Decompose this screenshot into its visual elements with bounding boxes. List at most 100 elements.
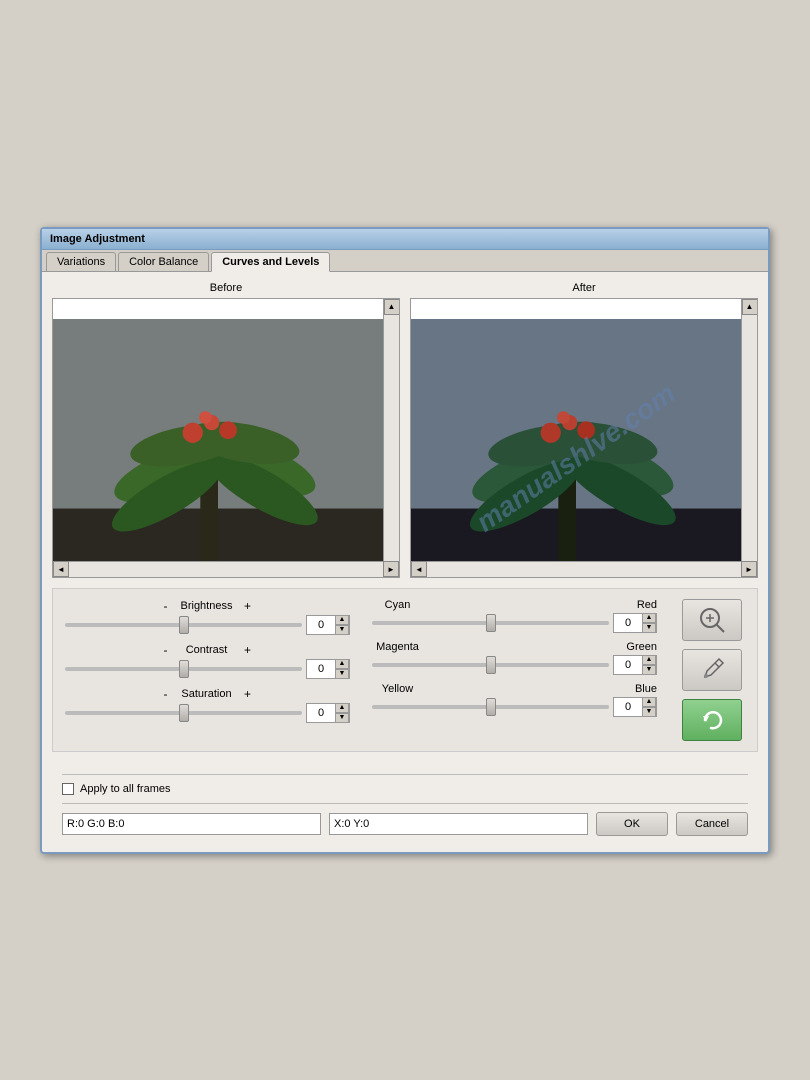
title-bar: Image Adjustment	[42, 229, 768, 250]
tab-variations[interactable]: Variations	[46, 252, 116, 271]
saturation-header: - Saturation +	[63, 687, 350, 701]
green-spinner-btns: ▲ ▼	[642, 655, 656, 675]
apply-all-frames-label: Apply to all frames	[80, 783, 170, 795]
yellow-blue-thumb[interactable]	[486, 698, 496, 716]
contrast-minus: -	[160, 643, 172, 657]
brightness-group: - Brightness + 0 ▲	[63, 599, 350, 635]
main-content: Before ▲ ▼	[42, 272, 768, 852]
after-image-svg	[411, 319, 741, 577]
brightness-thumb[interactable]	[179, 616, 189, 634]
saturation-spin-down[interactable]: ▼	[335, 713, 349, 723]
blue-spin-up[interactable]: ▲	[642, 697, 656, 707]
after-scroll-left[interactable]: ◄	[411, 561, 427, 577]
before-scrollbar-h[interactable]: ◄ ►	[53, 561, 399, 577]
action-buttons	[677, 599, 747, 741]
contrast-thumb[interactable]	[179, 660, 189, 678]
after-scrollbar-h[interactable]: ◄ ►	[411, 561, 757, 577]
red-spin-down[interactable]: ▼	[642, 623, 656, 633]
after-scroll-up[interactable]: ▲	[742, 299, 758, 315]
contrast-spinner[interactable]: 0 ▲ ▼	[306, 659, 350, 679]
contrast-spin-up[interactable]: ▲	[335, 659, 349, 669]
cancel-button[interactable]: Cancel	[676, 812, 748, 836]
reset-button[interactable]	[682, 699, 742, 741]
magenta-green-track[interactable]	[372, 663, 609, 667]
zoom-in-button[interactable]	[682, 599, 742, 641]
magenta-green-group: Magenta Green 0 ▲ ▼	[370, 641, 657, 675]
rgb-status-field[interactable]	[62, 813, 321, 835]
right-sliders: Cyan Red 0 ▲ ▼	[370, 599, 657, 725]
red-spin-up[interactable]: ▲	[642, 613, 656, 623]
contrast-spinner-btns: ▲ ▼	[335, 659, 349, 679]
saturation-spin-up[interactable]: ▲	[335, 703, 349, 713]
blue-input[interactable]: 0	[614, 698, 642, 716]
brightness-spinner[interactable]: 0 ▲ ▼	[306, 615, 350, 635]
dialog-title: Image Adjustment	[50, 233, 145, 245]
ok-button[interactable]: OK	[596, 812, 668, 836]
brightness-track[interactable]	[65, 623, 302, 627]
saturation-thumb[interactable]	[179, 704, 189, 722]
contrast-spin-down[interactable]: ▼	[335, 669, 349, 679]
xy-status-field[interactable]	[329, 813, 588, 835]
blue-spinner[interactable]: 0 ▲ ▼	[613, 697, 657, 717]
saturation-input[interactable]: 0	[307, 704, 335, 722]
before-scroll-right[interactable]: ►	[383, 561, 399, 577]
brightness-spin-up[interactable]: ▲	[335, 615, 349, 625]
image-adjustment-dialog: Image Adjustment Variations Color Balanc…	[40, 227, 770, 854]
saturation-input-row: 0 ▲ ▼	[63, 703, 350, 723]
before-scrollbar-v[interactable]: ▲ ▼	[383, 299, 399, 577]
blue-spin-down[interactable]: ▼	[642, 707, 656, 717]
after-label: After	[572, 282, 595, 294]
saturation-spinner[interactable]: 0 ▲ ▼	[306, 703, 350, 723]
cyan-red-track[interactable]	[372, 621, 609, 625]
after-scrollbar-v[interactable]: ▲ ▼	[741, 299, 757, 577]
eyedropper-button[interactable]	[682, 649, 742, 691]
tab-color-balance[interactable]: Color Balance	[118, 252, 209, 271]
before-scroll-left[interactable]: ◄	[53, 561, 69, 577]
divider	[62, 774, 748, 775]
tab-bar: Variations Color Balance Curves and Leve…	[42, 250, 768, 272]
cyan-red-thumb[interactable]	[486, 614, 496, 632]
reset-icon	[697, 706, 727, 734]
tab-curves-levels[interactable]: Curves and Levels	[211, 252, 330, 272]
controls-section: - Brightness + 0 ▲	[52, 588, 758, 752]
before-scroll-track-h	[69, 562, 383, 577]
contrast-group: - Contrast + 0 ▲	[63, 643, 350, 679]
eyedropper-icon	[697, 655, 727, 685]
green-label: Green	[602, 641, 657, 653]
green-spin-down[interactable]: ▼	[642, 665, 656, 675]
before-image-svg	[53, 319, 383, 577]
red-spinner[interactable]: 0 ▲ ▼	[613, 613, 657, 633]
brightness-header: - Brightness +	[63, 599, 350, 613]
after-scroll-right[interactable]: ►	[741, 561, 757, 577]
brightness-spin-down[interactable]: ▼	[335, 625, 349, 635]
saturation-minus: -	[160, 687, 172, 701]
brightness-plus: +	[242, 599, 254, 613]
apply-all-frames-row: Apply to all frames	[62, 783, 748, 795]
brightness-label: Brightness	[172, 600, 242, 612]
preview-section: Before ▲ ▼	[52, 282, 758, 578]
before-scroll-up[interactable]: ▲	[384, 299, 400, 315]
saturation-track[interactable]	[65, 711, 302, 715]
contrast-input[interactable]: 0	[307, 660, 335, 678]
saturation-spinner-btns: ▲ ▼	[335, 703, 349, 723]
brightness-input[interactable]: 0	[307, 616, 335, 634]
yellow-blue-group: Yellow Blue 0 ▲ ▼	[370, 683, 657, 717]
contrast-track[interactable]	[65, 667, 302, 671]
bottom-section: Apply to all frames OK Cancel	[52, 760, 758, 842]
magenta-green-thumb[interactable]	[486, 656, 496, 674]
red-input[interactable]: 0	[614, 614, 642, 632]
saturation-group: - Saturation + 0 ▲	[63, 687, 350, 723]
green-spin-up[interactable]: ▲	[642, 655, 656, 665]
green-input[interactable]: 0	[614, 656, 642, 674]
zoom-in-icon	[696, 604, 728, 636]
cyan-red-input-row: 0 ▲ ▼	[370, 613, 657, 633]
after-panel: After ▲ ▼	[410, 282, 758, 578]
yellow-blue-track[interactable]	[372, 705, 609, 709]
cyan-label: Cyan	[370, 599, 425, 611]
magenta-green-input-row: 0 ▲ ▼	[370, 655, 657, 675]
blue-spinner-btns: ▲ ▼	[642, 697, 656, 717]
brightness-minus: -	[160, 599, 172, 613]
green-spinner[interactable]: 0 ▲ ▼	[613, 655, 657, 675]
apply-all-frames-checkbox[interactable]	[62, 783, 74, 795]
contrast-header: - Contrast +	[63, 643, 350, 657]
